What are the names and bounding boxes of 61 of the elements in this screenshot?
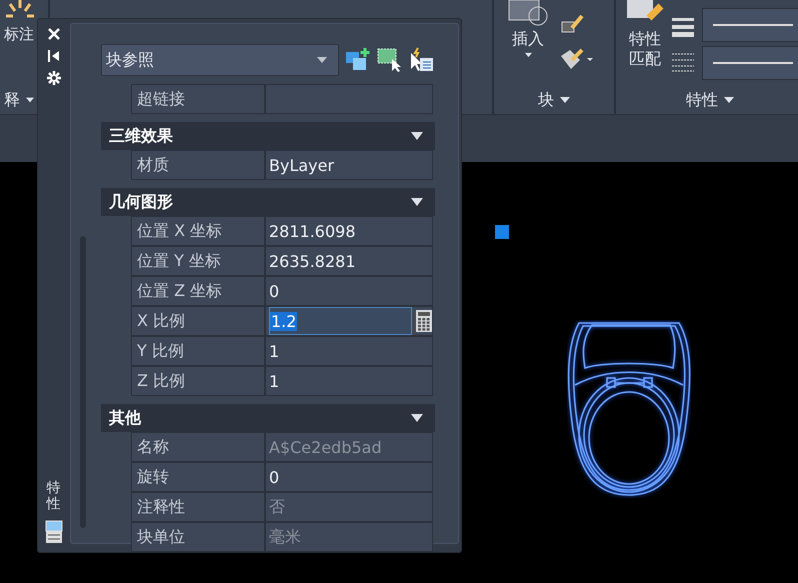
sun-burst-icon: [4, 0, 36, 20]
collapse-caret-icon: [411, 198, 423, 206]
caret-icon: [26, 97, 34, 103]
property-label: 旋转: [137, 466, 169, 488]
lineweight-dropdown[interactable]: [702, 8, 798, 42]
property-label: 位置 Y 坐标: [137, 250, 221, 272]
properties-panel-icon[interactable]: [44, 520, 62, 544]
tag-pencil-icon[interactable]: [560, 48, 594, 70]
caret-icon: [524, 52, 532, 58]
panel-title[interactable]: 释: [4, 90, 20, 110]
property-label: Z 比例: [137, 370, 186, 392]
section-header[interactable]: 其他: [101, 404, 435, 432]
linetype-icon[interactable]: [672, 52, 694, 72]
property-value: 1: [269, 342, 280, 360]
property-value: ByLayer: [269, 156, 334, 174]
property-value: 否: [269, 496, 285, 518]
calculator-icon[interactable]: [416, 310, 432, 332]
grip-point[interactable]: [495, 225, 509, 239]
settings-icon[interactable]: [46, 71, 60, 85]
line-preview-icon: [713, 62, 793, 64]
dimension-button[interactable]: 标注: [4, 24, 34, 44]
property-label: 名称: [137, 436, 169, 458]
collapse-caret-icon: [411, 414, 423, 422]
collapse-caret-icon: [411, 132, 423, 140]
caret-icon: [314, 57, 330, 63]
property-value: 2635.8281: [269, 252, 356, 270]
linetype-dropdown[interactable]: [702, 46, 798, 80]
property-value: 0: [269, 282, 280, 300]
quick-select-icon[interactable]: [409, 47, 435, 73]
property-value: 毫米: [269, 526, 301, 548]
section-header[interactable]: 几何图形: [101, 188, 435, 216]
property-value: 2811.6098: [269, 222, 356, 240]
property-label: 块单位: [137, 526, 185, 548]
property-label: 位置 Z 坐标: [137, 280, 222, 302]
property-label: 超链接: [137, 88, 185, 110]
close-icon[interactable]: [46, 27, 60, 41]
palette-title: 特性: [46, 481, 60, 512]
property-label: 注释性: [137, 496, 185, 518]
caret-icon: [724, 97, 734, 103]
panel-title[interactable]: 块: [538, 90, 554, 110]
panel-title[interactable]: 特性: [686, 90, 718, 110]
property-label: Y 比例: [137, 340, 184, 362]
block-icon: [508, 0, 548, 26]
insert-button[interactable]: 插入: [508, 0, 548, 58]
match-properties-button[interactable]: 特性匹配: [626, 0, 664, 69]
select-objects-icon[interactable]: [377, 47, 403, 73]
auto-hide-icon[interactable]: [46, 49, 60, 63]
lineweight-icon[interactable]: [672, 16, 694, 38]
property-value: 1: [269, 372, 280, 390]
section-header[interactable]: 三维效果: [101, 122, 435, 150]
scroll-bar[interactable]: [80, 236, 86, 528]
property-label: X 比例: [137, 310, 186, 332]
add-selection-icon[interactable]: [345, 47, 371, 73]
scale-input-field[interactable]: 1.2: [269, 307, 412, 335]
line-preview-icon: [713, 24, 793, 26]
property-value: 0: [269, 468, 280, 486]
property-label: 材质: [137, 154, 169, 176]
caret-icon: [560, 97, 570, 103]
property-label: 位置 X 坐标: [137, 220, 222, 242]
property-value: A$Ce2edb5ad: [269, 438, 382, 456]
object-type-dropdown[interactable]: 块参照: [101, 44, 339, 76]
